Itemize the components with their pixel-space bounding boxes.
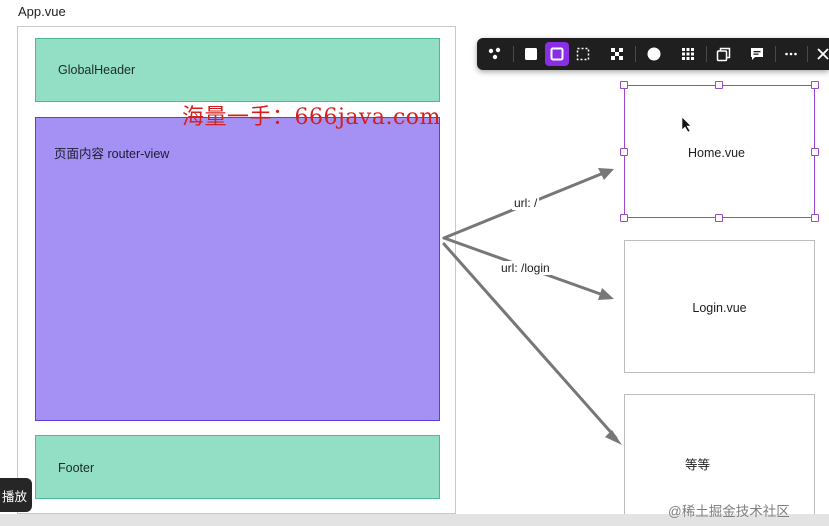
arrow-home-head bbox=[598, 168, 614, 180]
resize-handle[interactable] bbox=[620, 148, 628, 156]
router-view-box[interactable]: 页面内容 router-view bbox=[35, 117, 440, 421]
router-view-label: 页面内容 router-view bbox=[54, 147, 170, 161]
fill-square-icon[interactable] bbox=[519, 42, 543, 66]
grid-icon[interactable] bbox=[676, 42, 700, 66]
resize-handle[interactable] bbox=[715, 214, 723, 222]
toolbar-divider bbox=[807, 46, 808, 62]
route-home-label: url: / bbox=[512, 196, 540, 210]
footer-label: Footer bbox=[58, 461, 95, 475]
home-vue-box[interactable]: Home.vue bbox=[624, 85, 815, 218]
resize-handle[interactable] bbox=[811, 81, 819, 89]
resize-handle[interactable] bbox=[811, 148, 819, 156]
copy-icon[interactable] bbox=[711, 42, 735, 66]
toolbar-divider bbox=[706, 46, 707, 62]
outline-square-icon[interactable] bbox=[545, 42, 569, 66]
resize-handle[interactable] bbox=[620, 214, 628, 222]
toolbar-divider bbox=[635, 46, 636, 62]
resize-handle[interactable] bbox=[715, 81, 723, 89]
login-vue-label: Login.vue bbox=[692, 301, 747, 315]
arrow-etc-head bbox=[605, 430, 622, 445]
footer-box[interactable]: Footer bbox=[35, 435, 440, 499]
login-vue-box[interactable]: Login.vue bbox=[624, 240, 815, 373]
global-header-label: GlobalHeader bbox=[58, 63, 136, 77]
play-button[interactable]: 播放 bbox=[0, 478, 32, 512]
circle-icon[interactable] bbox=[642, 42, 666, 66]
floating-toolbar bbox=[477, 38, 829, 70]
more-icon[interactable] bbox=[779, 42, 803, 66]
resize-handle[interactable] bbox=[811, 214, 819, 222]
credit-watermark: @稀土掘金技术社区 bbox=[668, 504, 790, 519]
component-icon[interactable] bbox=[483, 42, 507, 66]
etc-page-label: 等等 bbox=[684, 458, 710, 472]
resize-handle[interactable] bbox=[620, 81, 628, 89]
dashed-square-icon[interactable] bbox=[571, 42, 595, 66]
comment-icon[interactable] bbox=[745, 42, 769, 66]
arrow-login-head bbox=[598, 288, 614, 300]
toolbar-divider bbox=[775, 46, 776, 62]
watermark-text: 海量一手：666java.com bbox=[182, 105, 441, 130]
checker-icon[interactable] bbox=[605, 42, 629, 66]
route-login-label: url: /login bbox=[499, 261, 552, 275]
home-vue-label: Home.vue bbox=[688, 146, 745, 160]
close-icon[interactable] bbox=[811, 42, 829, 66]
toolbar-divider bbox=[513, 46, 514, 62]
global-header-box[interactable]: GlobalHeader bbox=[35, 38, 440, 102]
app-vue-label: App.vue bbox=[18, 4, 66, 19]
